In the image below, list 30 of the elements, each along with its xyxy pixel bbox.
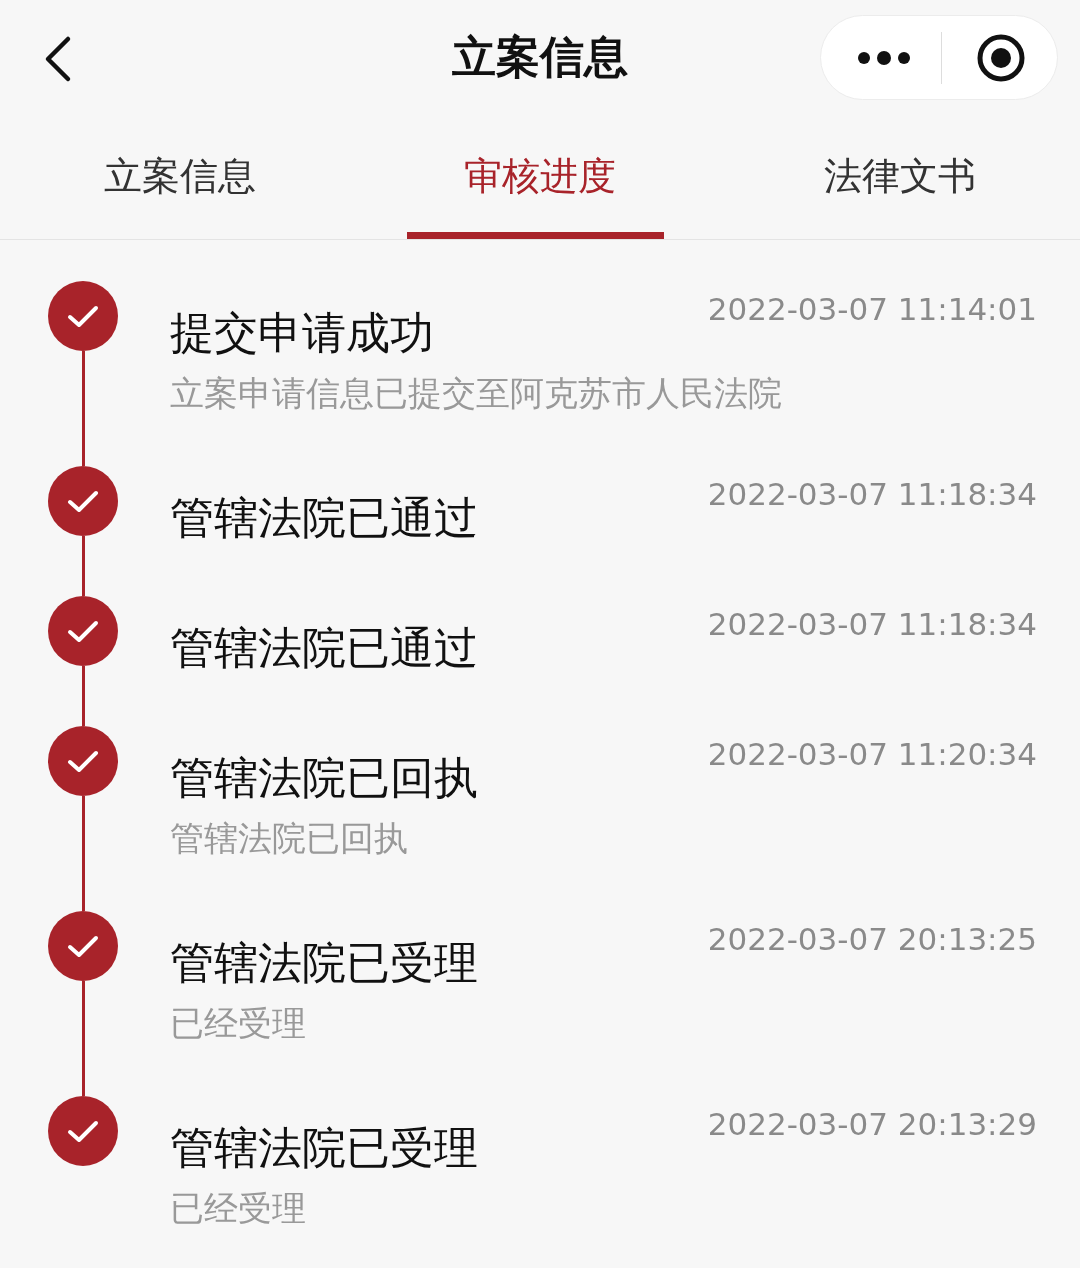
step-title: 管辖法院已受理 (170, 936, 478, 990)
step-time: 2022-03-07 11:18:34 (707, 606, 1037, 642)
tab[interactable]: 审核进度 (360, 115, 720, 239)
check-circle-icon (48, 1096, 118, 1166)
step-detail: 已经受理 (170, 1187, 307, 1230)
step-time: 2022-03-07 20:13:29 (707, 1106, 1037, 1142)
check-circle-icon (48, 466, 118, 536)
step-title: 管辖法院已通过 (170, 621, 478, 675)
check-circle-icon (48, 726, 118, 796)
step-time: 2022-03-07 11:18:34 (707, 476, 1037, 512)
step-time: 2022-03-07 20:13:25 (707, 921, 1037, 957)
tab[interactable]: 法律文书 (720, 115, 1080, 239)
step-detail: 已经受理 (170, 1002, 307, 1045)
step-title: 提交申请成功 (170, 306, 434, 360)
page-title: 立案信息 (452, 30, 628, 84)
check-circle-icon (48, 911, 118, 981)
tab[interactable]: 立案信息 (0, 115, 360, 239)
check-circle-icon (48, 281, 118, 351)
step-time: 2022-03-07 11:14:01 (707, 291, 1037, 327)
close-icon[interactable] (976, 32, 1026, 83)
step-title: 管辖法院已回执 (170, 751, 478, 805)
step-title: 管辖法院已受理 (170, 1121, 478, 1175)
more-icon[interactable] (857, 50, 911, 65)
step-title: 管辖法院已通过 (170, 491, 478, 545)
check-circle-icon (48, 596, 118, 666)
step-detail: 立案申请信息已提交至阿克苏市人民法院 (170, 372, 783, 415)
connector-line (81, 666, 85, 726)
connector-line (81, 536, 85, 596)
step-time: 2022-03-07 11:20:34 (707, 736, 1037, 772)
step-detail: 管辖法院已回执 (170, 817, 409, 860)
